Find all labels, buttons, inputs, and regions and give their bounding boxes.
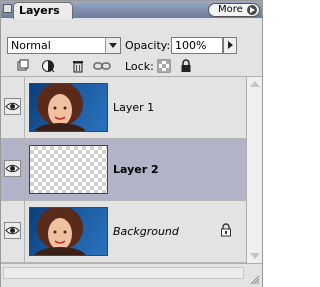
layer-thumbnail[interactable] xyxy=(29,83,108,132)
layer-name[interactable]: Layer 2 xyxy=(113,163,159,176)
vertical-scrollbar[interactable] xyxy=(246,77,262,263)
tab-layers[interactable]: Layers xyxy=(13,2,73,19)
chevron-down-icon[interactable] xyxy=(105,38,120,53)
link-icon[interactable] xyxy=(93,59,111,73)
eye-icon[interactable] xyxy=(5,223,20,238)
layers-list: Layer 1 Layer 2 Background xyxy=(1,77,246,263)
eye-icon[interactable] xyxy=(5,161,20,176)
scroll-up-icon[interactable] xyxy=(250,81,260,87)
layer-name[interactable]: Background xyxy=(113,225,179,238)
trash-icon[interactable] xyxy=(71,59,85,73)
panel-tab-bar: Layers More xyxy=(1,1,262,19)
opacity-slider-button[interactable] xyxy=(223,37,237,54)
layers-panel: Layers More Normal Opacity: 100% Lock: L… xyxy=(0,0,263,287)
opacity-input[interactable]: 100% xyxy=(171,37,223,54)
layer-lock-icon xyxy=(221,223,231,237)
blend-mode-value: Normal xyxy=(11,39,51,52)
more-menu-button[interactable]: More xyxy=(208,3,260,17)
layer-thumbnail[interactable] xyxy=(29,145,108,194)
menu-arrow-icon xyxy=(247,5,257,15)
more-menu-label: More xyxy=(218,4,243,15)
panel-footer xyxy=(1,263,262,287)
new-layer-icon[interactable] xyxy=(15,59,29,73)
visibility-cell[interactable] xyxy=(1,201,25,262)
eye-icon[interactable] xyxy=(5,99,20,114)
scroll-down-icon[interactable] xyxy=(250,253,260,259)
layer-row[interactable]: Layer 2 xyxy=(1,139,246,201)
layer-row[interactable]: Background xyxy=(1,201,246,263)
visibility-cell[interactable] xyxy=(1,77,25,138)
resize-grip-icon[interactable] xyxy=(250,275,260,285)
layer-row[interactable]: Layer 1 xyxy=(1,77,246,139)
layer-thumbnail[interactable] xyxy=(29,207,108,256)
lock-transparency-icon[interactable] xyxy=(157,59,171,73)
adjustment-icon[interactable] xyxy=(41,59,55,73)
blend-mode-select[interactable]: Normal xyxy=(7,37,121,54)
lock-all-icon[interactable] xyxy=(179,59,193,73)
close-box-icon[interactable] xyxy=(3,4,12,13)
horizontal-scrollbar[interactable] xyxy=(3,267,244,279)
lock-label: Lock: xyxy=(125,60,154,73)
layer-name[interactable]: Layer 1 xyxy=(113,101,154,114)
visibility-cell[interactable] xyxy=(1,139,25,200)
opacity-label: Opacity: xyxy=(125,39,171,52)
